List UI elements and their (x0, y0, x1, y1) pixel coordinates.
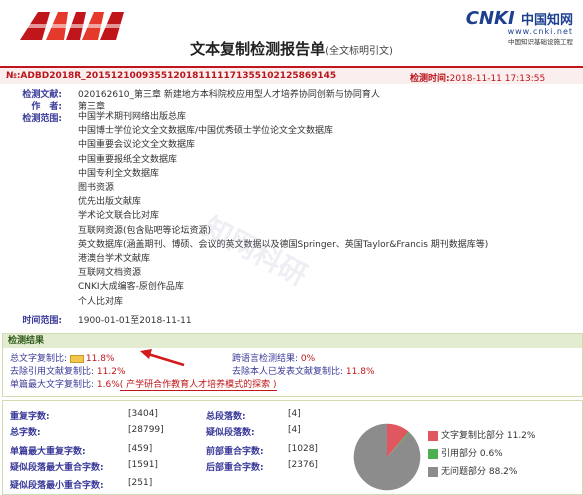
legend-label: 无问题部分 88.2% (441, 467, 518, 477)
scope-item: 优先出版文献库 (78, 197, 142, 208)
legend-item: 无问题部分 88.2% (428, 464, 517, 477)
ratio-marker-icon (69, 354, 84, 363)
excl-ref-ratio: 去除引用文献复制比: 11.2% (10, 367, 126, 377)
legend-label: 引用部分 0.6% (441, 449, 503, 459)
legend-item: 引用部分 0.6% (428, 446, 503, 459)
scope-item: 图书资源 (78, 183, 115, 194)
scope-item: 中国重要报纸全文数据库 (78, 154, 178, 165)
scope-item: 中国专利全文数据库 (78, 168, 160, 179)
legend-swatch (428, 430, 438, 441)
scope-item: 学术论文联合比对库 (78, 211, 160, 222)
scope-item: 中国博士学位论文全文数据库/中国优秀硕士学位论文全文数据库 (78, 126, 334, 137)
scope-item: 中国重要会议论文全文数据库 (78, 140, 196, 151)
repeat-chars: 重复字数: [3404] (10, 409, 158, 422)
sus-para-min-overlap: 疑似段落最小重合字数: [251] (10, 478, 153, 491)
total-paragraphs: 总段落数: [4] (206, 409, 301, 422)
pie-slice-2 (353, 423, 421, 491)
front-overlap: 前部重合字数: [1028] (206, 444, 318, 457)
total-chars: 总字数: [28799] (10, 425, 164, 438)
excl-self-ratio: 去除本人已发表文献复制比: 11.8% (232, 367, 375, 377)
scope-item: 中国学术期刊网络出版总库 (78, 112, 187, 122)
cross-language-result: 跨语言检测结果: 0% (232, 354, 316, 364)
legend-swatch (428, 466, 438, 477)
single-max-ratio: 单篇最大文字复制比: 1.6%( 产学研合作教育人才培养模式的探索 ) (10, 380, 277, 391)
scope-item: 互联网资源(包含贴吧等论坛资源) (78, 225, 212, 236)
report-number: №:ADBD2018R_2015121009355120181111171355… (6, 71, 337, 81)
legend-item: 文字复制比部分 11.2% (428, 428, 535, 441)
report-number-row: №:ADBD2018R_2015121009355120181111171355… (0, 68, 583, 84)
legend-label: 文字复制比部分 11.2% (441, 431, 536, 441)
check-time: 检测时间:2018-11-11 17:13:55 (410, 74, 546, 84)
max-single-repeat: 单篇最大重复字数: [459] (10, 444, 153, 457)
page-title: 文本复制检测报告单(全文标明引文) (190, 40, 393, 58)
scope-item: 个人比对库 (78, 296, 124, 307)
pie-chart (353, 423, 421, 491)
suspicious-paragraphs: 疑似段落数: [4] (206, 425, 301, 438)
sus-para-max-overlap: 疑似段落最大重合字数: [1591] (10, 460, 158, 473)
back-overlap: 后部重合字数: [2376] (206, 460, 318, 473)
legend-swatch (428, 448, 438, 459)
total-copy-ratio: 总文字复制比: 11.8% (10, 354, 115, 364)
red-arrow-icon (140, 349, 185, 367)
result-head: 检测结果 (3, 334, 582, 348)
